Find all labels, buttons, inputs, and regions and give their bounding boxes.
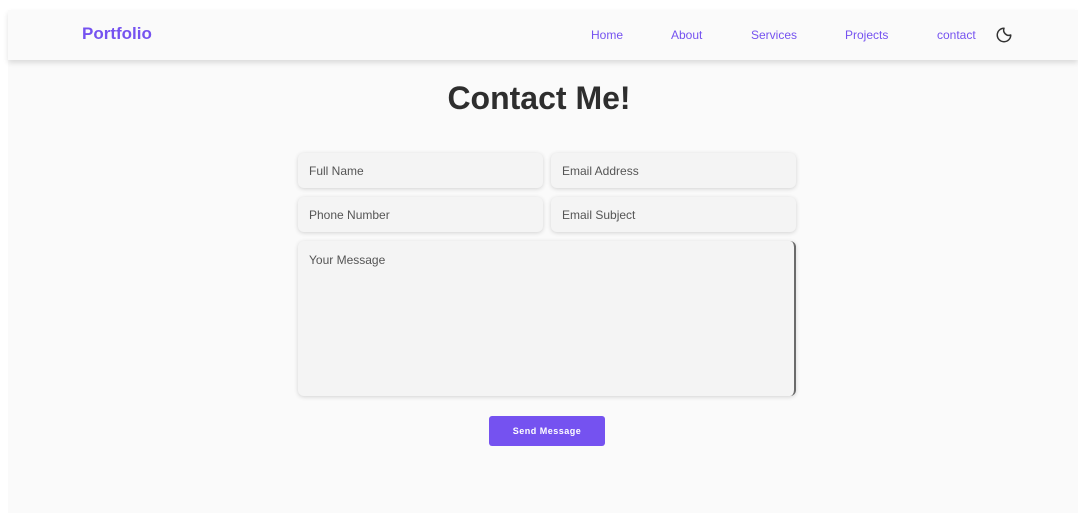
nav-link-home[interactable]: Home (591, 28, 623, 42)
nav-link-services[interactable]: Services (751, 28, 797, 42)
email-address-input[interactable] (551, 153, 796, 188)
brand-logo[interactable]: Portfolio (82, 24, 152, 44)
page-title: Contact Me! (447, 80, 631, 116)
nav-link-about[interactable]: About (671, 28, 702, 42)
phone-number-input[interactable] (298, 197, 543, 232)
nav-link-projects[interactable]: Projects (845, 28, 888, 42)
send-message-button[interactable]: Send Message (489, 416, 605, 446)
nav-link-contact[interactable]: contact (937, 28, 976, 42)
full-name-input[interactable] (298, 153, 543, 188)
message-textarea[interactable] (298, 241, 796, 396)
moon-icon[interactable] (995, 26, 1013, 44)
navbar: Portfolio Home About Services Projects c… (8, 10, 1078, 60)
email-subject-input[interactable] (551, 197, 796, 232)
